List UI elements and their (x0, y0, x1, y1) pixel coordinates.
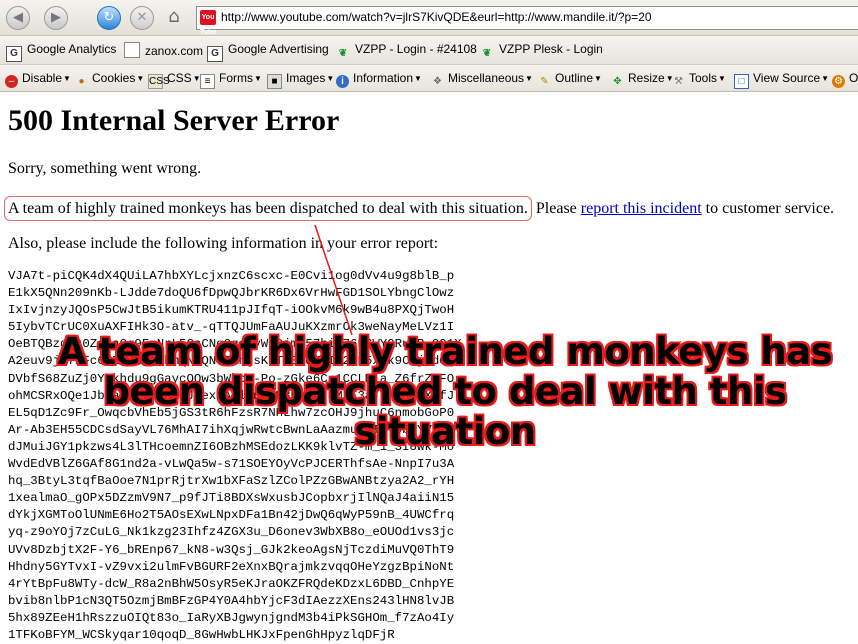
monkeys-paragraph: A team of highly trained monkeys has bee… (4, 196, 835, 221)
menu-label: Forms (219, 71, 253, 85)
page-content: 500 Internal Server Error Sorry, somethi… (0, 92, 858, 642)
google-icon: G (207, 46, 223, 62)
customer-service-text: to customer service. (701, 200, 835, 217)
menu-label: Information (353, 71, 414, 85)
view-source-icon: □ (734, 74, 749, 89)
overlay-line-1: A team of highly trained monkeys has (57, 330, 833, 373)
code-line: 5hx89ZEeH1hRszzuOIQt83o_IaRyXBJgwynjgndM… (8, 610, 455, 625)
navigation-toolbar: ◀ ▶ ↻ ✕ ⌂ You Tube http://www.youtube.co… (0, 0, 858, 36)
code-line: hq_3BtyL3tqfBaOoe7N1prRjtrXw1bXFaSzlZCol… (8, 474, 455, 489)
please-text: Please (531, 200, 581, 217)
menu-label: Disable (22, 71, 63, 85)
bookmark-zanox[interactable]: zanox.com (124, 42, 203, 58)
include-info-message: Also, please include the following infor… (8, 235, 439, 252)
code-line: 1xealmaO_gOPx5DZzmV9N7_p9fJTi8BDXsWxusbJ… (8, 491, 455, 506)
google-icon: G (6, 46, 22, 62)
vzpp-icon: ❦ (482, 48, 492, 59)
menu-miscellaneous[interactable]: ❖ Miscellaneous▼ (431, 71, 533, 88)
menu-label: Resize (628, 71, 665, 85)
disable-icon: – (5, 75, 18, 88)
code-line: VJA7t-piCQK4dX4QUiLA7hbXYLcjxnzC6scxc-E0… (8, 269, 455, 283)
information-icon: i (336, 75, 349, 88)
bookmark-label: zanox.com (145, 44, 204, 58)
code-line: WvdEdVBlZ6GAf8G1nd2a-vLwQa5w-s71SOEYOyVc… (8, 457, 455, 472)
code-line: E1kX5QNn209nKb-LJdde7doQU6fDpwQJbrKR6Dx6… (8, 286, 455, 301)
menu-images[interactable]: ■ Images▼ (267, 71, 334, 89)
report-incident-link[interactable]: report this incident (581, 200, 702, 217)
back-arrow-icon[interactable]: ◀ (6, 6, 30, 30)
code-line: dYkjXGMToOlUNmE6Ho2T5AOsEXwLNpxDFa1Bn42j… (8, 508, 455, 523)
bookmark-label: VZPP - Login - #24108 (355, 42, 477, 56)
youtube-favicon-icon: You Tube (200, 10, 216, 36)
home-icon[interactable]: ⌂ (163, 6, 185, 28)
stop-icon[interactable]: ✕ (130, 6, 154, 30)
code-line: bvib8nlbP1cN3QT5OzmjBmBFzGP4Y0A4hbYjcF3d… (8, 593, 455, 608)
error-report-code: VJA7t-piCQK4dX4QUiLA7hbXYLcjxnzC6scxc-E0… (8, 268, 462, 644)
menu-cookies[interactable]: ● Cookies▼ (75, 71, 144, 88)
url-text[interactable]: http://www.youtube.com/watch?v=jlrS7KivQ… (221, 10, 652, 24)
menu-outline[interactable]: ✎ Outline▼ (538, 71, 602, 88)
bookmark-label: Google Advertising (228, 42, 329, 56)
tools-icon: ⚒ (674, 76, 683, 87)
options-icon: ⚙ (832, 75, 845, 88)
reload-icon[interactable]: ↻ (97, 6, 121, 30)
menu-options[interactable]: ⚙ O (832, 71, 858, 88)
forms-icon: ≡ (200, 74, 215, 89)
sorry-message: Sorry, something went wrong. (8, 160, 202, 177)
page-title: 500 Internal Server Error (8, 104, 340, 137)
forward-arrow-icon[interactable]: ▶ (44, 6, 68, 30)
code-line: IxIvjnzyJQOsP5CwJtB5ikumKTRU411pJIfqT-iO… (8, 303, 455, 318)
menu-view-source[interactable]: □ View Source▼ (734, 71, 829, 89)
menu-forms[interactable]: ≡ Forms▼ (200, 71, 262, 89)
bookmark-google-advertising[interactable]: G Google Advertising (207, 42, 329, 62)
vzpp-icon: ❦ (338, 48, 348, 59)
css-icon: CSS (148, 74, 170, 89)
menu-label: Tools (689, 71, 718, 85)
outline-icon: ✎ (540, 76, 549, 87)
bookmark-vzpp-plesk[interactable]: ❦ VZPP Plesk - Login (480, 42, 603, 61)
annotation-overlay-text: A team of highly trained monkeys has bee… (40, 332, 850, 452)
resize-icon: ✥ (613, 76, 622, 87)
code-line: Hhdny5GYTvxI-vZ9vxi2ulmFvBGURF2eXnxBQraj… (8, 559, 455, 574)
images-icon: ■ (267, 74, 282, 89)
menu-information[interactable]: i Information▼ (336, 71, 422, 88)
menu-tools[interactable]: ⚒ Tools▼ (672, 71, 726, 88)
menu-label: O (849, 71, 858, 85)
miscellaneous-icon: ❖ (433, 76, 442, 87)
bookmark-label: VZPP Plesk - Login (499, 42, 603, 56)
bookmarks-toolbar: G Google Analytics zanox.com G Google Adve… (0, 36, 858, 65)
code-line: 4rYtBpFu8WTy-dcW_R8a2nBhW5OsyR5eKJraOKZF… (8, 576, 455, 591)
menu-label: Outline (555, 71, 594, 85)
menu-label: Images (286, 71, 326, 85)
code-line: yq-z9oYOj7zCuLG_Nk1kzg23Ihfz4ZGX3u_D6one… (8, 525, 455, 540)
menu-css[interactable]: CSSCSS▼ (148, 71, 201, 89)
cookies-icon: ● (78, 76, 85, 87)
bookmark-google-analytics[interactable]: G Google Analytics (6, 42, 116, 62)
menu-label: View Source (753, 71, 821, 85)
menu-label: Miscellaneous (448, 71, 525, 85)
menu-label: Cookies (92, 71, 136, 85)
overlay-line-2: been dispatched to deal with this situat… (103, 370, 787, 453)
page-icon (124, 42, 140, 58)
code-line: UVv8DzbjtX2F-Y6_bREnp67_kN8-w3Qsj_GJk2ke… (8, 542, 455, 557)
address-bar[interactable]: You Tube http://www.youtube.com/watch?v=… (196, 6, 858, 36)
bookmark-label: Google Analytics (27, 42, 117, 56)
menu-label: CSS (167, 71, 192, 85)
code-line: 1TFKoBFYM_WCSkyqar10qoqD_8GwHwbLHKJxFpen… (8, 627, 395, 642)
bookmark-vzpp-login[interactable]: ❦ VZPP - Login - #24108 (336, 42, 477, 61)
menu-resize[interactable]: ✥ Resize▼ (611, 71, 673, 88)
menu-disable[interactable]: – Disable▼ (5, 71, 71, 88)
web-developer-toolbar: – Disable▼ ● Cookies▼ CSSCSS▼ ≡ Forms▼ ■ Ima… (0, 65, 858, 92)
highlighted-monkeys-sentence: A team of highly trained monkeys has bee… (4, 196, 532, 221)
